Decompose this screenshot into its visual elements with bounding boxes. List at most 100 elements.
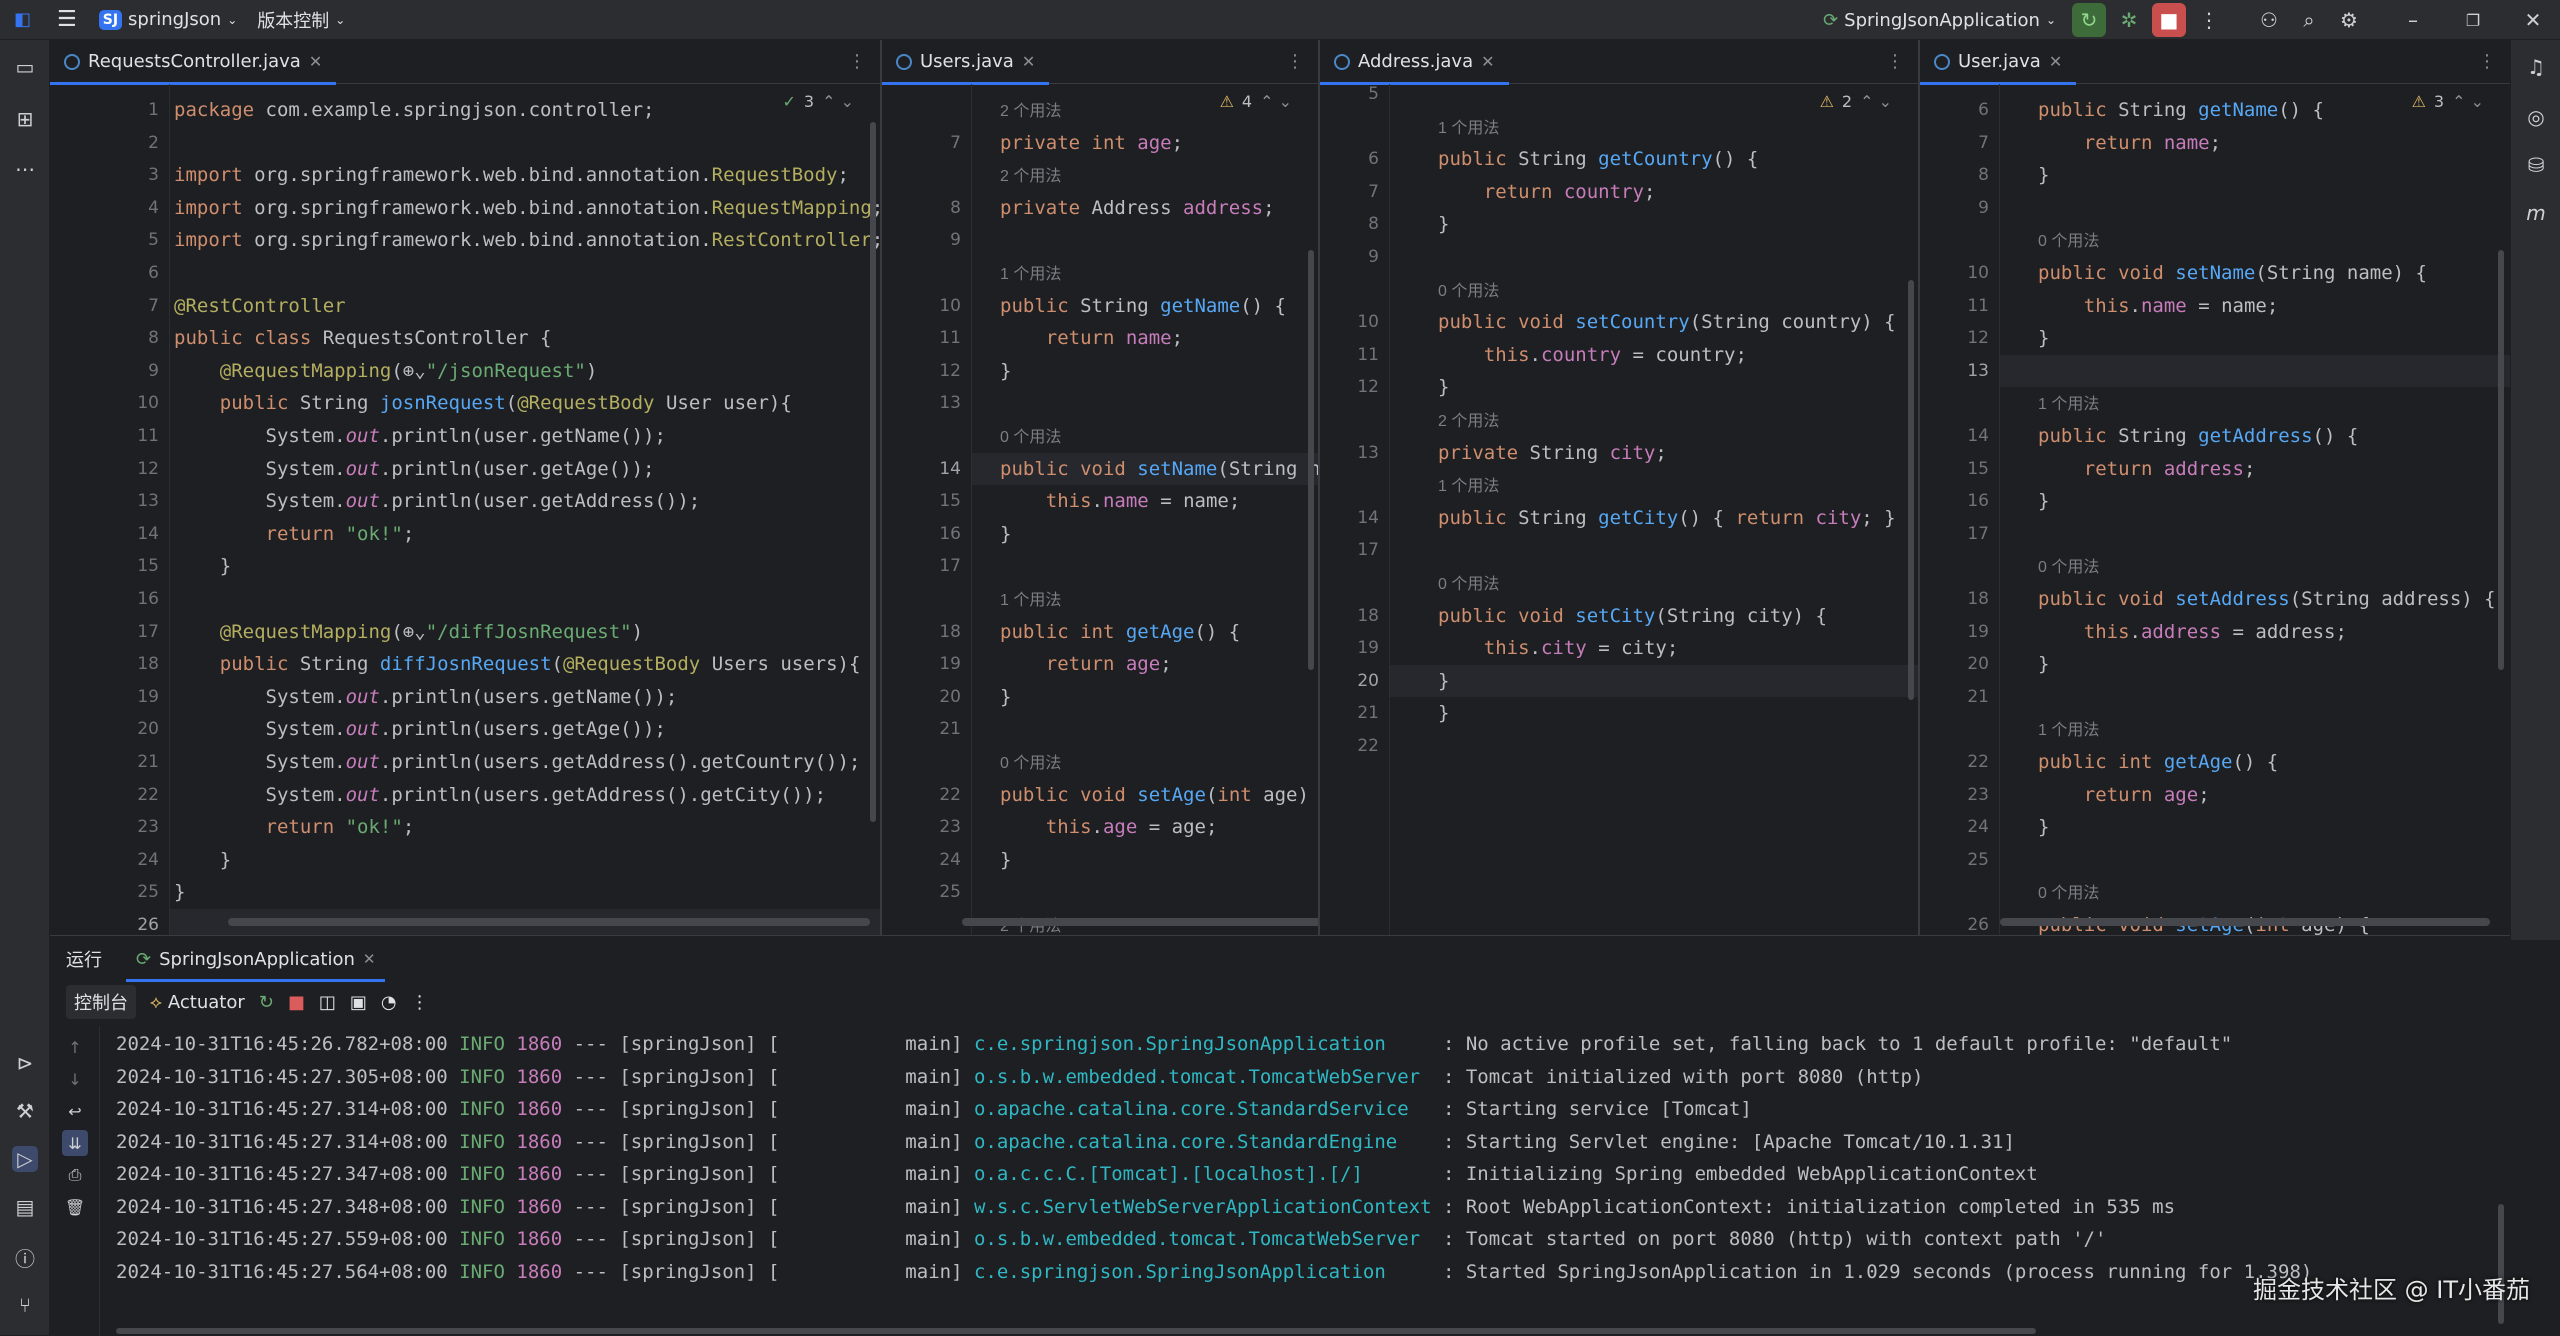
vcs-selector[interactable]: 版本控制 ⌄ — [257, 7, 345, 33]
problems-icon[interactable]: ⓘ — [12, 1244, 38, 1271]
print-icon[interactable]: ⎙ — [62, 1162, 88, 1188]
close-icon[interactable]: ✕ — [1022, 52, 1035, 71]
line-number: 13 — [939, 393, 961, 414]
scroll-to-end-icon[interactable]: ⇊ — [62, 1130, 88, 1156]
editor-tab[interactable]: RequestsController.java ✕ — [50, 40, 337, 85]
close-icon[interactable]: ✕ — [309, 52, 322, 71]
horizontal-scrollbar[interactable] — [962, 918, 1318, 926]
editor-tab[interactable]: Address.java ✕ — [1320, 40, 1509, 85]
soft-wrap-icon[interactable]: ↩ — [62, 1098, 88, 1124]
search-icon[interactable]: ⌕ — [2292, 3, 2326, 37]
terminal-icon[interactable]: ▤ — [12, 1194, 38, 1220]
more-icon[interactable]: ⋮ — [2192, 3, 2226, 37]
code-line: public String getName() { — [1000, 294, 1286, 317]
account-icon[interactable]: ⚇ — [2252, 3, 2286, 37]
log-timestamp: 2024-10-31T16:45:27.347+08:00 — [116, 1163, 448, 1185]
vertical-scrollbar[interactable] — [1308, 250, 1314, 670]
horizontal-scrollbar[interactable] — [228, 918, 870, 926]
code-line: System.out.println(users.getAddress().ge… — [174, 751, 861, 773]
more-icon[interactable]: ⋮ — [411, 992, 429, 1013]
code-token: import — [174, 229, 243, 252]
close-icon[interactable]: ✕ — [363, 950, 376, 968]
more-tools-icon[interactable]: ⋯ — [12, 156, 38, 182]
stop-icon[interactable]: ■ — [2152, 3, 2186, 37]
code-line: @RestController — [174, 290, 346, 322]
code-line: 1 个用法 — [1000, 257, 1061, 289]
coverage-icon[interactable]: ◔ — [381, 992, 397, 1013]
settings-icon[interactable]: ⚙ — [2332, 3, 2366, 37]
run-tool-icon[interactable]: ▷ — [12, 1146, 38, 1172]
code-line: } — [174, 848, 232, 871]
line-number: 14 — [137, 523, 159, 544]
minimize-icon[interactable]: – — [2396, 3, 2430, 37]
ai-assistant-icon[interactable]: ◎ — [2523, 104, 2549, 130]
tab-spring-json-application[interactable]: ⟳ SpringJsonApplication ✕ — [126, 936, 386, 982]
project-folder-icon[interactable]: ▭ — [12, 54, 38, 80]
line-number-gutter[interactable]: 7 8 9 10 11 12 13 14 15 16 17 18 19 20 21 22 23 24 25 — [882, 84, 972, 935]
horizontal-scrollbar[interactable] — [2000, 918, 2490, 926]
line-number: 17 — [1967, 523, 1989, 544]
more-icon[interactable]: ⋮ — [2478, 51, 2496, 72]
run-config-selector[interactable]: ⟳ SpringJsonApplication ⌄ — [1823, 10, 2056, 31]
app-logo-icon[interactable]: ◧ — [14, 9, 31, 30]
log-message: : Starting service [Tomcat] — [1431, 1098, 1752, 1120]
scroll-up-icon[interactable]: ↑ — [62, 1034, 88, 1060]
close-icon[interactable]: ✕ — [1481, 52, 1494, 71]
trash-icon[interactable]: 🗑 — [62, 1194, 88, 1220]
build-icon[interactable]: ⚒ — [12, 1098, 38, 1124]
line-number: 8 — [950, 197, 961, 218]
code-line: 2 个用法 — [1438, 404, 1499, 436]
camera-icon[interactable]: ◫ — [319, 992, 336, 1013]
console-output[interactable]: 2024-10-31T16:45:26.782+08:00 INFO 1860 … — [116, 1028, 2312, 1288]
log-thread: --- [springJson] [ main] — [562, 1130, 963, 1153]
scroll-down-icon[interactable]: ↓ — [62, 1066, 88, 1092]
database-icon[interactable]: ⛁ — [2523, 152, 2549, 178]
git-icon[interactable]: ⑂ — [12, 1292, 38, 1318]
line-number: 19 — [1357, 638, 1379, 659]
stop-icon[interactable]: ■ — [288, 992, 305, 1013]
more-icon[interactable]: ⋮ — [1286, 51, 1304, 72]
tab-console[interactable]: 控制台 — [66, 985, 136, 1019]
line-number-gutter[interactable]: 6 7 8 9 10 11 12 13 14 15 16 17 18 19 20 21 22 23 24 25 26 — [1920, 84, 2000, 935]
console-hscrollbar[interactable] — [116, 1328, 2036, 1334]
code-editor[interactable]: 1 个用法 public String getCountry() { return… — [1390, 84, 1918, 935]
rerun-icon[interactable]: ↻ — [259, 992, 274, 1013]
dump-threads-icon[interactable]: ▣ — [350, 992, 367, 1013]
usage-hint: 2 个用法 — [1438, 413, 1500, 430]
code-line: public int getAge() { — [1000, 620, 1241, 643]
code-editor[interactable]: package com.example.springjson.controlle… — [170, 84, 880, 935]
editor-tab[interactable]: Users.java ✕ — [882, 40, 1050, 85]
editor-pane-requests-controller: RequestsController.java ✕ ⋮ ✓ 3 ⌃ ⌄ 1 2 3 4 5 6 7 8 9 1… — [50, 40, 882, 935]
rerun-icon[interactable]: ↻ — [2072, 3, 2106, 37]
notifications-icon[interactable]: ♫ — [2523, 54, 2549, 80]
vertical-scrollbar[interactable] — [870, 122, 876, 822]
more-icon[interactable]: ⋮ — [1886, 51, 1904, 72]
close-window-icon[interactable]: ✕ — [2516, 3, 2550, 37]
line-number-gutter[interactable]: 5 6 7 8 9 10 11 12 13 14 17 18 19 20 21 22 — [1320, 84, 1390, 935]
project-selector[interactable]: SJ springJson ⌄ — [98, 9, 238, 30]
code-line: System.out.println(users.getName()); — [174, 685, 678, 708]
line-number-gutter[interactable]: 1 2 3 4 5 6 7 8 9 10 11 12 13 14 15 16 17 18 19 20 21 22 23 24 2… — [50, 84, 170, 935]
maven-icon[interactable]: m — [2523, 200, 2549, 226]
vertical-scrollbar[interactable] — [2498, 250, 2504, 670]
structure-icon[interactable]: ⊞ — [12, 106, 38, 132]
more-icon[interactable]: ⋮ — [848, 51, 866, 72]
main-menu-icon[interactable]: ☰ — [57, 7, 77, 32]
code-token: public void — [1438, 311, 1564, 334]
editor-tab[interactable]: User.java ✕ — [1920, 40, 2077, 85]
debug-icon[interactable]: ✲ — [2112, 3, 2146, 37]
code-token: public — [2038, 425, 2107, 447]
code-editor[interactable]: public String getName() { return name;} 0… — [2000, 84, 2510, 935]
console-scrollbar[interactable] — [2498, 1204, 2504, 1324]
close-icon[interactable]: ✕ — [2049, 52, 2062, 71]
log-pid: 1860 — [504, 1098, 563, 1120]
tab-actuator[interactable]: ⟡ Actuator — [150, 992, 245, 1013]
restore-icon[interactable]: ❐ — [2456, 3, 2490, 37]
left-tool-strip: ▭ ⊞ ⋯ ⊳ ⚒ ▷ ▤ ⓘ ⑂ — [0, 40, 50, 1335]
services-icon[interactable]: ⊳ — [12, 1050, 38, 1076]
code-line: public int getAge() { — [2038, 751, 2279, 773]
vertical-scrollbar[interactable] — [1908, 280, 1914, 700]
code-token: this — [1483, 637, 1530, 660]
code-editor[interactable]: 2 个用法 private int age; 2 个用法 private Addres… — [972, 84, 1318, 935]
chevron-down-icon: ⌄ — [227, 12, 238, 27]
